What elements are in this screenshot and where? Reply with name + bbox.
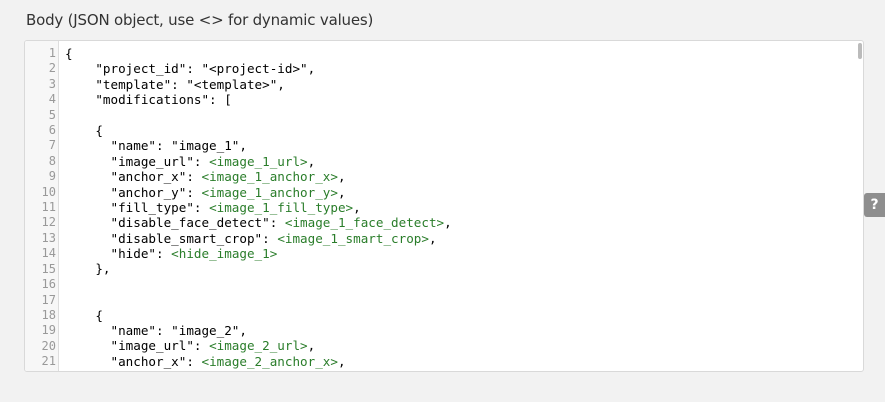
json-body-editor[interactable]: 1 2 3 4 5 6 7 8 9 10 11 12 13 14 15 16 17 18 19 20 21 { "pro… (24, 40, 864, 372)
code-line: "fill_type": <image_1_fill_type>, (65, 200, 452, 215)
code-text: "template": "<template>", (65, 76, 285, 92)
help-button[interactable]: ? (864, 193, 885, 217)
code-text: , (337, 169, 346, 185)
code-line: "disable_smart_crop": <image_1_smart_cro… (65, 231, 452, 246)
line-number: 20 (41, 338, 56, 353)
code-text: "image_url": (65, 338, 210, 354)
code-line: "anchor_x": <image_1_anchor_x>, (65, 169, 452, 184)
code-line: "project_id": "<project-id>", (65, 61, 452, 76)
scrollbar-thumb[interactable] (858, 43, 862, 59)
dynamic-value: <image_1_anchor_x> (201, 169, 338, 185)
body-field-label: Body (JSON object, use <> for dynamic va… (26, 11, 374, 29)
code-line: "name": "image_2", (65, 323, 452, 338)
code-line: "template": "<template>", (65, 77, 452, 92)
code-text: "anchor_y": (65, 184, 202, 200)
line-number: 9 (48, 169, 56, 184)
dynamic-value: <image_1_anchor_y> (201, 184, 338, 200)
line-number: 11 (41, 200, 56, 215)
code-line: { (65, 308, 452, 323)
code-line: "image_url": <image_1_url>, (65, 154, 452, 169)
code-line: "anchor_x": <image_2_anchor_x>, (65, 354, 452, 369)
code-text: "fill_type": (65, 199, 210, 215)
line-number: 8 (48, 153, 56, 168)
line-number: 3 (48, 76, 56, 91)
code-line: "modifications": [ (65, 92, 452, 107)
line-number: 12 (41, 215, 56, 230)
line-number: 10 (41, 184, 56, 199)
code-line: "name": "image_1", (65, 138, 452, 153)
line-number: 19 (41, 323, 56, 338)
dynamic-value: <image_1_url> (209, 153, 308, 169)
dynamic-value: <image_2_url> (209, 338, 308, 354)
line-number: 1 (48, 46, 56, 60)
editor-scrollbar[interactable] (855, 41, 863, 371)
code-text: "modifications": [ (65, 92, 232, 108)
line-number: 5 (48, 107, 56, 122)
dynamic-value: <image_1_smart_crop> (277, 230, 429, 246)
code-text: "name": "image_1", (65, 138, 247, 154)
line-number: 15 (41, 261, 56, 276)
line-number: 13 (41, 230, 56, 245)
code-text: , (353, 199, 361, 215)
code-text: , (428, 230, 437, 246)
line-number: 21 (41, 354, 56, 369)
code-line: "hide": <hide_image_1> (65, 246, 452, 261)
code-text: , (337, 184, 346, 200)
code-line: }, (65, 261, 452, 276)
line-number: 6 (48, 123, 56, 138)
dynamic-value: <hide_image_1> (171, 246, 278, 262)
code-text: , (337, 353, 346, 369)
editor-gutter: 1 2 3 4 5 6 7 8 9 10 11 12 13 14 15 16 17 18 19 20 21 (25, 41, 59, 371)
line-numbers: 1 2 3 4 5 6 7 8 9 10 11 12 13 14 15 16 17 18 19 20 21 (25, 46, 56, 370)
dynamic-value: <image_2_anchor_x> (201, 353, 338, 369)
code-text: , (307, 153, 316, 169)
code-text: "project_id": "<project-id>", (65, 61, 316, 77)
line-number: 17 (41, 292, 56, 307)
line-number: 14 (41, 246, 56, 261)
code-text: "image_url": (65, 153, 210, 169)
code-content[interactable]: { "project_id": "<project-id>", "templat… (65, 46, 452, 369)
line-number: 7 (48, 138, 56, 153)
code-text: "anchor_x": (65, 353, 202, 369)
code-line: { (65, 123, 452, 138)
code-text: "disable_smart_crop": (65, 230, 278, 246)
code-text: { (65, 122, 103, 138)
code-line: { (65, 46, 452, 61)
code-text: "anchor_x": (65, 169, 202, 185)
code-text: "disable_face_detect": (65, 215, 285, 231)
code-line: "anchor_y": <image_1_anchor_y>, (65, 185, 452, 200)
code-text: "name": "image_2", (65, 323, 247, 339)
code-line: "image_url": <image_2_url>, (65, 338, 452, 353)
line-number: 4 (48, 92, 56, 107)
line-number: 2 (48, 61, 56, 76)
line-number: 18 (41, 307, 56, 322)
code-text: , (307, 338, 316, 354)
code-line: "disable_face_detect": <image_1_face_det… (65, 215, 452, 231)
dynamic-value: <image_1_fill_type> (209, 199, 354, 215)
code-text: { (65, 307, 103, 323)
code-text: , (444, 215, 452, 231)
line-number: 16 (41, 277, 56, 292)
code-text: }, (65, 261, 111, 277)
dynamic-value: <image_1_face_detect> (284, 215, 445, 231)
code-text: "hide": (65, 246, 172, 262)
code-text: { (65, 46, 73, 61)
